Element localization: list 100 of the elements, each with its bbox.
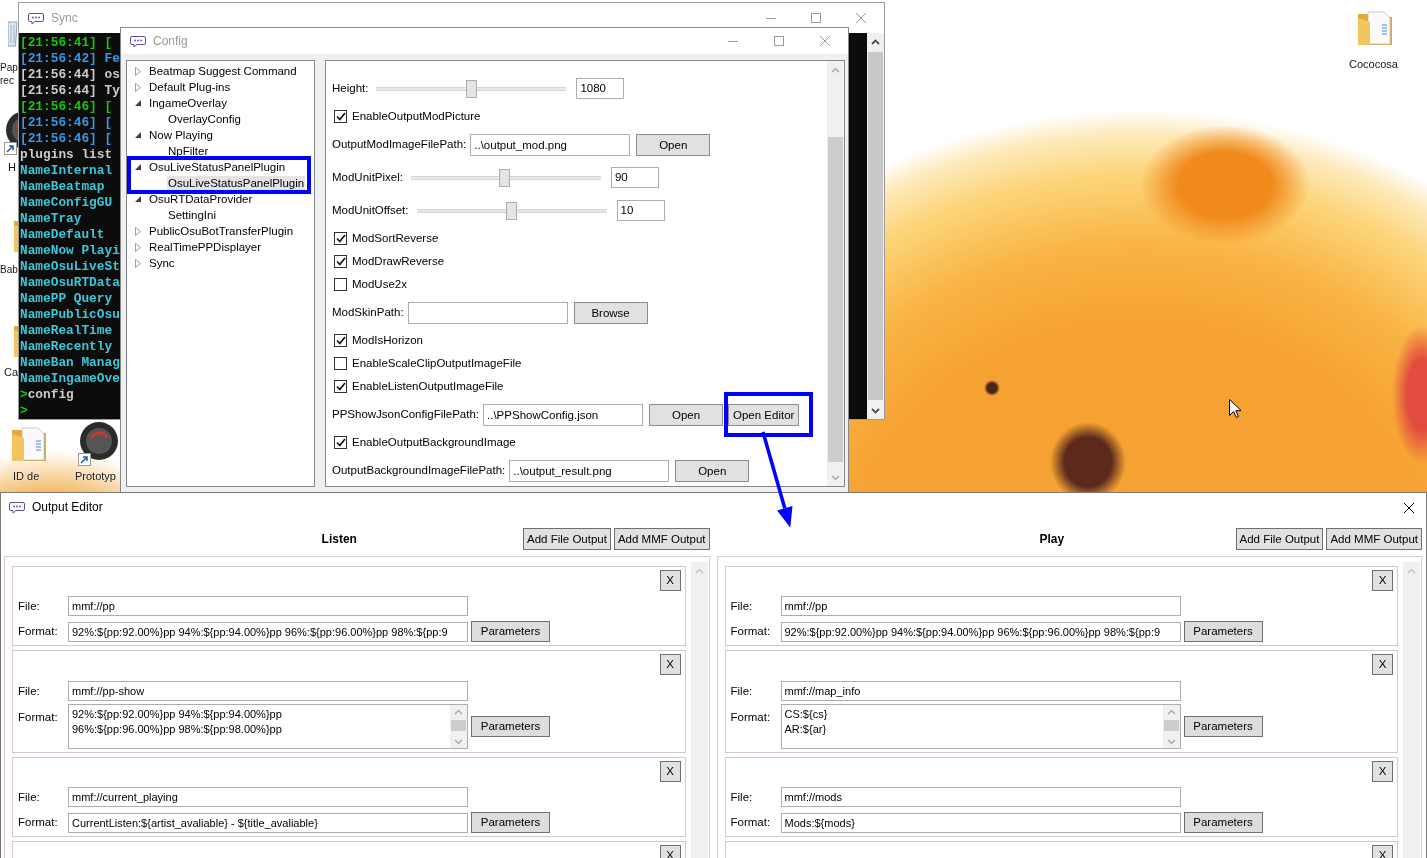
add-output-button[interactable]: Add MMF Output xyxy=(613,528,710,550)
scrollbar[interactable] xyxy=(450,705,467,748)
remove-button[interactable]: X xyxy=(659,654,681,675)
path-field[interactable] xyxy=(407,301,568,324)
checkbox[interactable] xyxy=(334,357,347,370)
action-button[interactable]: Open xyxy=(675,459,750,482)
path-field[interactable]: ..\output_result.png xyxy=(509,459,670,482)
number-field[interactable]: 90 xyxy=(610,167,659,188)
remove-button[interactable]: X xyxy=(659,761,681,782)
parameters-button[interactable]: Parameters xyxy=(471,812,550,833)
minimize-icon[interactable] xyxy=(765,17,776,19)
caret-down-icon[interactable] xyxy=(135,196,141,202)
file-field[interactable]: mmf://pp-show xyxy=(68,681,468,701)
format-field[interactable]: 92%:${pp:92.00%}pp 94%:${pp:94.00%}pp 96%:${pp:96.00%}pp 98%:${pp:98.00%}pp xyxy=(68,704,468,749)
icon-label: Bab xyxy=(0,263,18,276)
scrollbar[interactable] xyxy=(867,33,884,419)
checkbox[interactable] xyxy=(334,380,347,393)
close-icon[interactable] xyxy=(1404,502,1414,513)
chevron-down-icon[interactable] xyxy=(871,407,880,414)
format-field[interactable]: 92%:${pp:92.00%}pp 94%:${pp:94.00%}pp 96%:${pp:96.00%}pp 98%:${pp:9 xyxy=(68,621,468,642)
path-field[interactable]: ..\PPShowConfig.json xyxy=(483,403,644,426)
caret-right-icon[interactable] xyxy=(135,242,141,252)
remove-button[interactable]: X xyxy=(1372,761,1393,782)
add-output-button[interactable]: Add File Output xyxy=(1235,528,1324,550)
action-button[interactable]: Open xyxy=(636,133,711,156)
app-icon[interactable] xyxy=(78,421,120,467)
checkbox[interactable] xyxy=(334,255,347,268)
tree-item[interactable]: OverlayConfig xyxy=(167,112,242,126)
remove-button[interactable]: X xyxy=(659,570,681,591)
scrollbar[interactable] xyxy=(690,562,708,858)
number-field[interactable]: 1080 xyxy=(576,78,625,99)
slider-thumb[interactable] xyxy=(465,79,477,98)
checkbox[interactable] xyxy=(334,278,347,291)
tree-item[interactable]: NpFilter xyxy=(167,144,210,158)
parameters-button[interactable]: Parameters xyxy=(1183,716,1263,737)
parameters-button[interactable]: Parameters xyxy=(471,716,550,737)
scrollbar[interactable] xyxy=(1162,705,1180,748)
tree-item[interactable]: RealTimePPDisplayer xyxy=(148,240,263,254)
caret-right-icon[interactable] xyxy=(135,226,141,236)
file-field[interactable]: mmf://current_playing xyxy=(68,787,468,807)
file-field[interactable]: mmf://pp xyxy=(68,596,468,616)
scrollbar[interactable] xyxy=(827,61,844,486)
folder-icon[interactable] xyxy=(1356,8,1394,48)
tree-item[interactable]: SettingIni xyxy=(167,208,217,222)
action-button[interactable]: Open Editor xyxy=(728,403,800,426)
caret-down-icon[interactable] xyxy=(135,100,141,106)
folder-icon[interactable] xyxy=(10,424,48,464)
remove-button[interactable]: X xyxy=(1372,570,1393,591)
file-field[interactable]: mmf://map_info xyxy=(780,681,1181,701)
format-line: AR:${ar} xyxy=(784,722,828,737)
scroll-thumb[interactable] xyxy=(451,720,466,731)
caret-right-icon[interactable] xyxy=(135,66,141,76)
parameters-button[interactable]: Parameters xyxy=(1183,621,1263,642)
action-button[interactable]: Open xyxy=(649,403,724,426)
caret-down-icon[interactable] xyxy=(135,164,141,170)
maximize-icon[interactable] xyxy=(810,13,821,23)
path-field[interactable]: ..\output_mod.png xyxy=(470,133,631,156)
tree-item[interactable]: Beatmap Suggest Command xyxy=(148,64,298,78)
slider-thumb[interactable] xyxy=(506,201,517,220)
action-button[interactable]: Browse xyxy=(573,301,648,324)
scrollbar[interactable] xyxy=(1403,562,1420,858)
tree-item[interactable]: OsuRTDataProvider xyxy=(148,192,254,206)
caret-right-icon[interactable] xyxy=(135,258,141,268)
number-field[interactable]: 10 xyxy=(616,200,665,221)
tree-item[interactable]: Now Playing xyxy=(148,128,214,142)
chevron-up-icon[interactable] xyxy=(871,38,880,45)
checkbox[interactable] xyxy=(334,334,347,347)
parameters-button[interactable]: Parameters xyxy=(1183,812,1263,833)
file-field[interactable]: mmf://mods xyxy=(780,787,1181,807)
minimize-icon[interactable] xyxy=(728,40,738,42)
tree-item[interactable]: Sync xyxy=(148,256,176,270)
tree-item[interactable]: Default Plug-ins xyxy=(148,80,232,94)
slider-thumb[interactable] xyxy=(498,168,510,187)
format-field[interactable]: CurrentListen:${artist_avaliable} - ${title_avaliable} xyxy=(68,812,468,833)
checkbox[interactable] xyxy=(334,436,347,449)
tree-item[interactable]: OsuLiveStatusPanelPlugin xyxy=(167,176,306,190)
maximize-icon[interactable] xyxy=(774,36,784,46)
add-output-button[interactable]: Add File Output xyxy=(523,528,611,550)
tree-item[interactable]: PublicOsuBotTransferPlugin xyxy=(148,224,295,238)
format-field[interactable]: Mods:${mods} xyxy=(780,812,1181,833)
format-field[interactable]: CS:${cs} AR:${ar} xyxy=(780,704,1181,749)
scroll-thumb[interactable] xyxy=(828,137,843,462)
setting-label: PPShowJsonConfigFilePath: xyxy=(332,407,480,422)
parameters-button[interactable]: Parameters xyxy=(471,621,550,642)
console-prompt: > xyxy=(20,403,28,418)
console-line: NameIngameOve xyxy=(20,371,120,387)
console-line: NameRecently xyxy=(20,339,113,355)
add-output-button[interactable]: Add MMF Output xyxy=(1326,528,1422,550)
caret-down-icon[interactable] xyxy=(135,132,141,138)
tree-item[interactable]: OsuLiveStatusPanelPlugin xyxy=(148,160,287,174)
caret-right-icon[interactable] xyxy=(135,82,141,92)
checkbox[interactable] xyxy=(334,232,347,245)
format-field[interactable]: 92%:${pp:92.00%}pp 94%:${pp:94.00%}pp 96%:${pp:96.00%}pp 98%:${pp:9 xyxy=(780,621,1181,642)
remove-button[interactable]: X xyxy=(1372,654,1393,675)
tree-item[interactable]: IngameOverlay xyxy=(148,96,228,110)
file-field[interactable]: mmf://pp xyxy=(780,596,1181,616)
checkbox[interactable] xyxy=(334,110,347,123)
checkmark-icon xyxy=(335,257,346,266)
scroll-thumb[interactable] xyxy=(868,52,883,400)
scroll-thumb[interactable] xyxy=(1163,720,1179,731)
